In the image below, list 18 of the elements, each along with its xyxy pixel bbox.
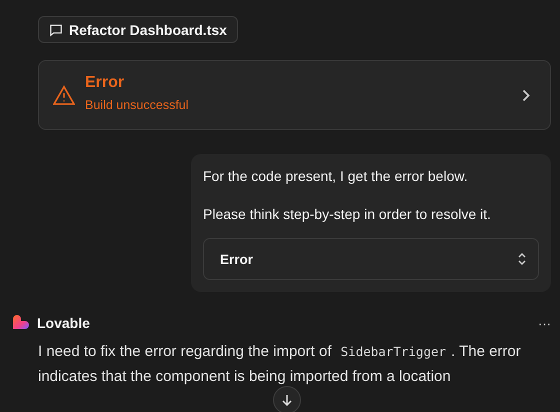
- heart-logo-icon: [13, 315, 29, 331]
- message-icon: [49, 22, 63, 36]
- scroll-down-button[interactable]: [273, 386, 301, 412]
- more-menu[interactable]: ···: [538, 316, 551, 330]
- file-name: Refactor Dashboard.tsx: [69, 22, 227, 38]
- assistant-message: I need to fix the error regarding the import of SidebarTrigger . The error indicates that the component is being imported from a location: [38, 342, 522, 387]
- message-text: For the code present, I get the error below.: [203, 168, 469, 184]
- chevron-updown-icon: [518, 252, 526, 266]
- assistant-name: Lovable: [37, 315, 91, 331]
- chevron-right-icon: [522, 88, 530, 102]
- error-card[interactable]: Error Build unsuccessful: [38, 60, 551, 130]
- error-title: Error: [85, 74, 126, 92]
- message-text: Please think step-by-step in order to resolve it.: [203, 206, 492, 222]
- arrow-down-icon: [281, 394, 293, 406]
- error-select[interactable]: Error: [203, 238, 539, 280]
- file-chip[interactable]: Refactor Dashboard.tsx: [38, 16, 238, 43]
- error-subtitle: Build unsuccessful: [85, 98, 190, 112]
- warning-icon: [53, 85, 75, 105]
